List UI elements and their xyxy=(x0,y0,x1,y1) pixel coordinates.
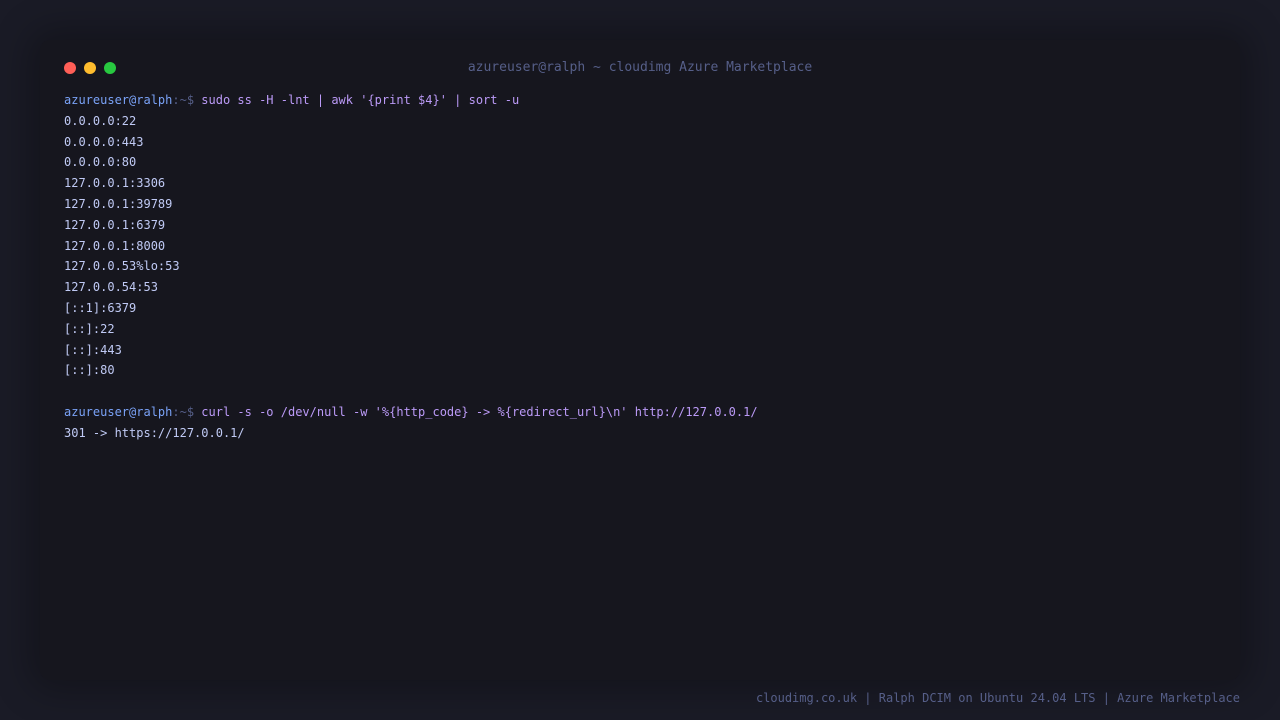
prompt-user: azureuser@ralph xyxy=(64,404,173,419)
output-line: [::]:443 xyxy=(64,342,122,357)
output-line: 0.0.0.0:443 xyxy=(64,134,144,149)
output-line: 127.0.0.54:53 xyxy=(64,280,158,295)
output-line: 127.0.0.1:3306 xyxy=(64,176,166,191)
output-line: 127.0.0.1:8000 xyxy=(64,238,166,253)
prompt-user: azureuser@ralph xyxy=(64,93,173,107)
output-line: [::1]:6379 xyxy=(64,300,137,315)
output-line: [::]:22 xyxy=(64,321,115,336)
prompt-separator: :~$ xyxy=(172,93,202,107)
output-line: 0.0.0.0:22 xyxy=(64,113,137,128)
command-text: sudo ss -H -lnt | awk '{print $4}' | sor… xyxy=(201,93,520,107)
terminal-window: azureuser@ralph ~ cloudimg Azure Marketp… xyxy=(40,40,1240,680)
output-line: [::]:80 xyxy=(64,363,115,378)
title-bar: azureuser@ralph ~ cloudimg Azure Marketp… xyxy=(40,40,1240,96)
prompt-separator: :~$ xyxy=(172,404,202,419)
output-line: 127.0.0.1:39789 xyxy=(64,196,173,211)
output-line: 127.0.0.53%lo:53 xyxy=(64,259,180,274)
window-title: azureuser@ralph ~ cloudimg Azure Marketp… xyxy=(467,60,813,75)
terminal-output-area[interactable]: azureuser@ralph:~$ sudo ss -H -lnt | awk… xyxy=(64,90,1214,444)
command-line: azureuser@ralph:~$ sudo ss -H -lnt | awk… xyxy=(64,90,1214,111)
command-line: azureuser@ralph:~$ curl -s -o /dev/null … xyxy=(64,402,1214,423)
footer-caption: cloudimg.co.uk | Ralph DCIM on Ubuntu 24… xyxy=(755,691,1240,705)
output-line: 127.0.0.1:6379 xyxy=(64,217,166,232)
command-text: curl -s -o /dev/null -w '%{http_code} ->… xyxy=(201,404,758,419)
output-line: 0.0.0.0:80 xyxy=(64,155,137,170)
output-line: 301 -> https://127.0.0.1/ xyxy=(64,425,245,440)
